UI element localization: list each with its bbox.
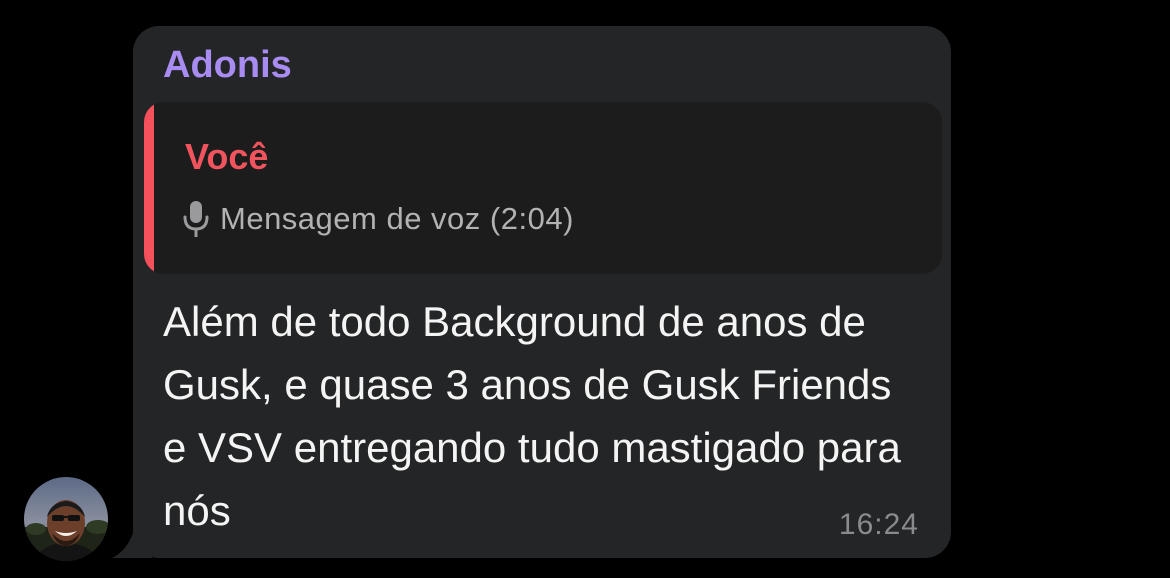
- message-bubble[interactable]: Adonis Você Mensagem de voz (2:04) Além …: [133, 26, 951, 558]
- reply-author: Você: [185, 136, 269, 177]
- message-timestamp: 16:24: [838, 508, 919, 541]
- avatar[interactable]: [24, 477, 108, 561]
- avatar-image: [24, 477, 108, 561]
- sender-name[interactable]: Adonis: [163, 42, 292, 88]
- reply-accent-bar: [144, 102, 154, 274]
- chat-view: Adonis Você Mensagem de voz (2:04) Além …: [0, 0, 1170, 578]
- microphone-icon: [182, 199, 210, 239]
- reply-preview-text: Mensagem de voz (2:04): [220, 201, 574, 236]
- reply-preview[interactable]: Você Mensagem de voz (2:04): [144, 102, 942, 274]
- message-text: Além de todo Background de anos de Gusk,…: [163, 298, 901, 534]
- reply-content: Mensagem de voz (2:04): [182, 198, 574, 240]
